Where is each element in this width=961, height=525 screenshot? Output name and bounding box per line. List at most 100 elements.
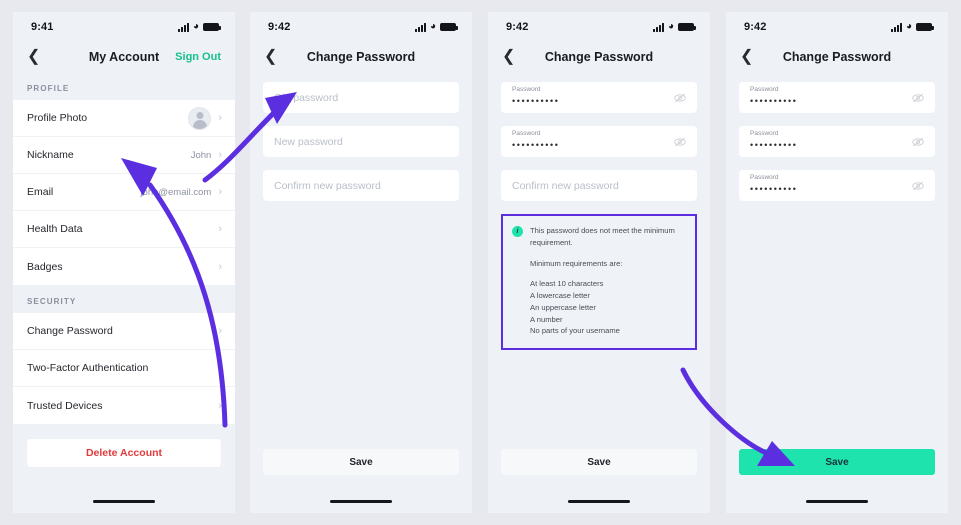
wifi-icon: ◕	[429, 21, 436, 32]
status-bar: 9:42 ◕	[250, 12, 472, 42]
field-label: Password	[750, 130, 779, 137]
field-value: ••••••••••	[512, 95, 560, 106]
battery-full-icon	[916, 23, 934, 31]
profile-list: Profile Photo › Nickname John › Email jo…	[13, 100, 235, 285]
eye-slash-icon[interactable]	[911, 179, 925, 193]
field-inner: Password ••••••••••	[750, 86, 798, 106]
field-inner: Password ••••••••••	[512, 86, 560, 106]
status-icons: ◕	[177, 22, 221, 32]
avatar	[188, 106, 212, 130]
status-bar: 9:42 ◕	[488, 12, 710, 42]
field-label: Password	[750, 86, 779, 93]
row-badges[interactable]: Badges ›	[13, 248, 235, 285]
panel-change-password-empty: 9:42 ◕ ❮ Change Password Old password Ne…	[250, 12, 472, 513]
old-password-input[interactable]: Password ••••••••••	[501, 82, 697, 113]
requirement-item: A number	[530, 314, 563, 324]
password-form: Old password New password Confirm new pa…	[250, 72, 472, 201]
field-inner: Password ••••••••••	[750, 130, 798, 150]
field-inner: Password ••••••••••	[750, 174, 798, 194]
save-button[interactable]: Save	[501, 449, 697, 475]
field-value: ••••••••••	[750, 139, 798, 150]
status-clock: 9:41	[31, 21, 54, 33]
password-form: Password •••••••••• Password ••••••••••	[726, 72, 948, 201]
row-label: Trusted Devices	[27, 399, 103, 412]
requirement-item: An uppercase letter	[530, 302, 596, 312]
chevron-left-icon[interactable]: ❮	[502, 49, 520, 65]
screenshot-stage: 9:41 ◕ ❮ My Account Sign Out PROFILE Pro…	[0, 0, 961, 525]
chevron-right-icon: ›	[218, 149, 222, 161]
save-wrap: Save	[501, 449, 697, 475]
new-password-input[interactable]: New password	[263, 126, 459, 157]
requirements-list: At least 10 characters A lowercase lette…	[530, 278, 685, 337]
field-value: ••••••••••	[750, 183, 798, 194]
home-indicator	[806, 499, 868, 503]
row-label: Change Password	[27, 325, 113, 337]
chevron-right-icon: ›	[218, 325, 222, 337]
eye-slash-icon[interactable]	[911, 91, 925, 105]
row-email[interactable]: Email john@email.com ›	[13, 174, 235, 211]
nav-bar: ❮ Change Password	[726, 42, 948, 72]
field-label: Password	[512, 86, 541, 93]
home-indicator	[568, 499, 630, 503]
note-message: This password does not meet the minimum …	[530, 226, 675, 247]
field-value: ••••••••••	[512, 139, 560, 150]
chevron-left-icon[interactable]: ❮	[740, 49, 758, 65]
sign-out-button[interactable]: Sign Out	[175, 51, 221, 63]
row-profile-photo[interactable]: Profile Photo ›	[13, 100, 235, 137]
chevron-left-icon[interactable]: ❮	[264, 49, 282, 65]
eye-slash-icon[interactable]	[673, 91, 687, 105]
nav-bar: ❮ My Account Sign Out	[13, 42, 235, 72]
row-label: Profile Photo	[27, 112, 88, 124]
new-password-input[interactable]: Password ••••••••••	[739, 126, 935, 157]
cellular-bars-icon	[177, 22, 189, 32]
password-form: Password •••••••••• Password ••••••••••	[488, 72, 710, 201]
chevron-right-icon: ›	[218, 112, 222, 124]
eye-slash-icon[interactable]	[911, 135, 925, 149]
home-indicator	[93, 499, 155, 503]
old-password-input[interactable]: Old password	[263, 82, 459, 113]
status-clock: 9:42	[268, 21, 291, 33]
battery-full-icon	[440, 23, 458, 31]
save-button[interactable]: Save	[263, 449, 459, 475]
delete-account-wrap: Delete Account	[13, 424, 235, 468]
status-clock: 9:42	[744, 21, 767, 33]
row-health-data[interactable]: Health Data ›	[13, 211, 235, 248]
confirm-password-input[interactable]: Confirm new password	[501, 170, 697, 201]
confirm-password-input[interactable]: Confirm new password	[263, 170, 459, 201]
nav-bar: ❮ Change Password	[250, 42, 472, 72]
placeholder-text: Confirm new password	[512, 179, 619, 192]
battery-full-icon	[678, 23, 696, 31]
info-icon: i	[512, 226, 523, 237]
row-nickname[interactable]: Nickname John ›	[13, 137, 235, 174]
eye-slash-icon[interactable]	[673, 135, 687, 149]
chevron-left-icon[interactable]: ❮	[27, 49, 45, 65]
status-bar: 9:42 ◕	[726, 12, 948, 42]
section-header-security: SECURITY	[13, 285, 235, 313]
save-button[interactable]: Save	[739, 449, 935, 475]
row-value: John	[190, 149, 212, 161]
requirement-item: A lowercase letter	[530, 291, 590, 301]
confirm-password-input[interactable]: Password ••••••••••	[739, 170, 935, 201]
old-password-input[interactable]: Password ••••••••••	[739, 82, 935, 113]
chevron-right-icon: ›	[218, 362, 222, 374]
row-label: Email	[27, 186, 54, 198]
row-label: Badges	[27, 260, 63, 273]
page-title: Change Password	[544, 50, 654, 64]
requirement-item: No parts of your username	[530, 326, 620, 336]
row-change-password[interactable]: Change Password ›	[13, 313, 235, 350]
wifi-icon: ◕	[905, 21, 912, 32]
cellular-bars-icon	[414, 22, 426, 32]
nav-bar: ❮ Change Password	[488, 42, 710, 72]
status-clock: 9:42	[506, 21, 529, 33]
section-header-profile: PROFILE	[13, 72, 235, 100]
note-subtitle: Minimum requirements are:	[530, 258, 623, 268]
row-two-factor-authentication[interactable]: Two-Factor Authentication ›	[13, 350, 235, 387]
page-title: Change Password	[782, 50, 892, 64]
new-password-input[interactable]: Password ••••••••••	[501, 126, 697, 157]
delete-account-button[interactable]: Delete Account	[26, 438, 222, 468]
row-trusted-devices[interactable]: Trusted Devices ›	[13, 387, 235, 424]
password-requirements-note: i This password does not meet the minimu…	[501, 214, 697, 351]
field-value: ••••••••••	[750, 95, 798, 106]
home-indicator	[330, 499, 392, 503]
row-label: Two-Factor Authentication	[27, 362, 149, 374]
